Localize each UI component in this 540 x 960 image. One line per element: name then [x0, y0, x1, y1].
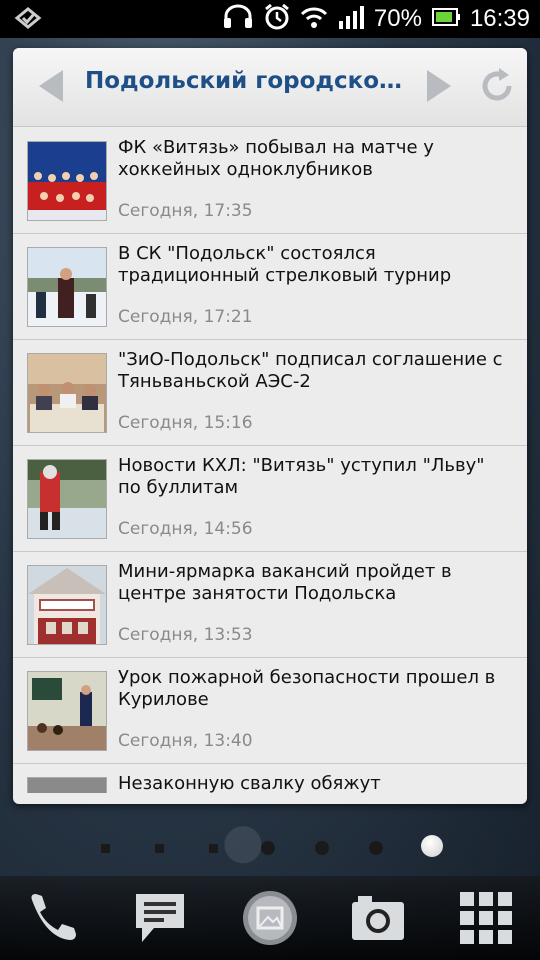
news-widget: Подольский городской п... ФК «Витязь» по…	[13, 48, 527, 804]
page-dot[interactable]	[101, 844, 110, 853]
news-item[interactable]: "ЗиО-Подольск" подписал соглашение с Тян…	[13, 339, 527, 446]
news-item[interactable]: Незаконную свалку обяжут	[13, 763, 527, 793]
page-dot[interactable]	[369, 841, 383, 855]
page-dot[interactable]	[315, 841, 329, 855]
news-time: Сегодня, 13:40	[118, 731, 253, 751]
prev-arrow-icon[interactable]	[35, 68, 71, 104]
refresh-icon[interactable]	[477, 66, 517, 106]
apps-grid-icon[interactable]	[458, 890, 514, 946]
page-dot[interactable]	[155, 844, 164, 853]
page-dot-active[interactable]	[421, 835, 443, 857]
news-item[interactable]: Урок пожарной безопасности прошел в Кури…	[13, 657, 527, 764]
news-thumbnail	[27, 459, 107, 539]
page-indicator	[0, 835, 540, 860]
news-title: Урок пожарной безопасности прошел в Кури…	[118, 667, 496, 710]
phone-icon[interactable]	[24, 890, 80, 946]
page-dot[interactable]	[261, 841, 275, 855]
messages-icon[interactable]	[132, 890, 188, 946]
news-thumbnail	[27, 141, 107, 221]
notification-icon	[14, 6, 42, 36]
next-arrow-icon[interactable]	[419, 68, 455, 104]
alarm-icon	[264, 3, 290, 34]
news-title: Новости КХЛ: "Витязь" уступил "Льву" по …	[118, 455, 485, 498]
wifi-icon	[300, 5, 328, 33]
news-thumbnail	[27, 777, 107, 793]
news-item[interactable]: ФК «Витязь» побывал на матче у хоккейных…	[13, 127, 527, 234]
news-item[interactable]: В СК "Подольск" состоялся традиционный с…	[13, 233, 527, 340]
news-time: Сегодня, 15:16	[118, 413, 253, 433]
news-title: Незаконную свалку обяжут	[118, 773, 381, 793]
news-thumbnail	[27, 671, 107, 751]
news-time: Сегодня, 13:53	[118, 625, 253, 645]
news-title: Мини-ярмарка вакансий пройдет в центре з…	[118, 561, 452, 604]
page-dot[interactable]	[209, 844, 218, 853]
news-thumbnail	[27, 353, 107, 433]
news-item[interactable]: Новости КХЛ: "Витязь" уступил "Льву" по …	[13, 445, 527, 552]
news-thumbnail	[27, 247, 107, 327]
news-time: Сегодня, 17:21	[118, 307, 253, 327]
news-title: ФК «Витязь» побывал на матче у хоккейных…	[118, 137, 434, 180]
battery-percent: 70%	[373, 5, 422, 32]
news-item[interactable]: Мини-ярмарка вакансий пройдет в центре з…	[13, 551, 527, 658]
battery-icon	[431, 6, 460, 32]
news-list[interactable]: ФК «Витязь» побывал на матче у хоккейных…	[13, 127, 527, 793]
gallery-icon[interactable]	[242, 890, 298, 946]
widget-title[interactable]: Подольский городской п...	[85, 68, 405, 94]
clock: 16:39	[469, 5, 530, 32]
camera-icon[interactable]	[350, 890, 406, 946]
news-title: В СК "Подольск" состоялся традиционный с…	[118, 243, 452, 286]
widget-header: Подольский городской п...	[13, 48, 527, 127]
headset-icon	[222, 4, 254, 34]
news-title: "ЗиО-Подольск" подписал соглашение с Тян…	[118, 349, 503, 392]
signal-icon	[338, 5, 364, 33]
dock	[0, 876, 540, 960]
news-thumbnail	[27, 565, 107, 645]
news-time: Сегодня, 17:35	[118, 201, 253, 221]
status-bar: 70% 16:39	[0, 0, 540, 38]
news-time: Сегодня, 14:56	[118, 519, 253, 539]
